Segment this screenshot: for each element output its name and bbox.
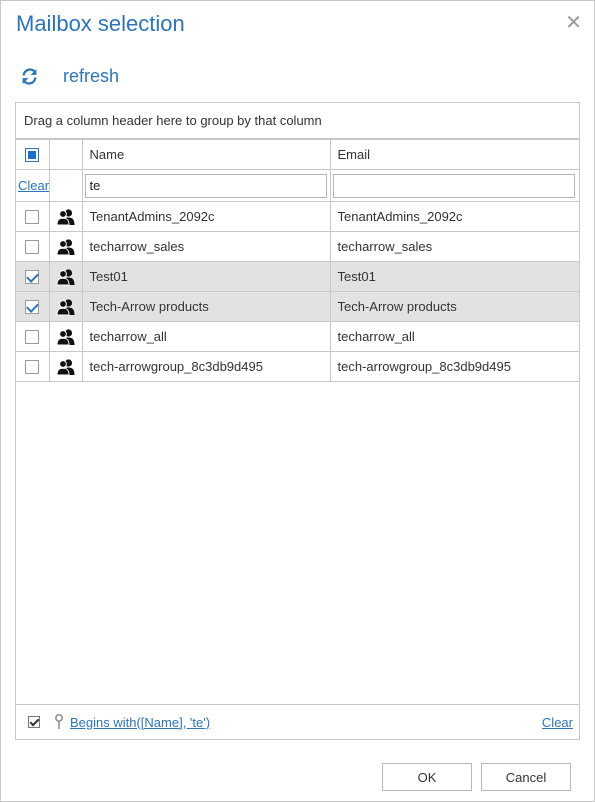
select-all-header bbox=[16, 139, 50, 170]
group-icon bbox=[48, 261, 83, 292]
row-checkbox[interactable] bbox=[25, 300, 40, 315]
filter-email-cell bbox=[329, 169, 580, 202]
filter-expression-link[interactable]: Begins with([Name], 'te') bbox=[70, 715, 210, 730]
filter-icon-cell bbox=[48, 169, 83, 202]
row-checkbox[interactable] bbox=[25, 360, 40, 375]
group-icon bbox=[48, 201, 83, 232]
refresh-icon bbox=[22, 67, 37, 85]
icon-column-header bbox=[48, 139, 83, 170]
row-checkbox[interactable] bbox=[25, 330, 40, 345]
row-name-cell[interactable]: Tech-Arrow products bbox=[81, 291, 331, 322]
filter-enabled-checkbox[interactable] bbox=[28, 716, 40, 728]
row-email-cell[interactable]: TenantAdmins_2092c bbox=[329, 201, 580, 232]
close-icon[interactable]: ✕ bbox=[565, 13, 582, 33]
table-row[interactable]: techarrow_sales techarrow_sales bbox=[16, 231, 580, 262]
row-email-cell[interactable]: techarrow_all bbox=[329, 321, 580, 352]
dialog-title: Mailbox selection bbox=[16, 11, 185, 36]
row-checkbox-cell bbox=[16, 351, 50, 382]
row-name-cell[interactable]: Test01 bbox=[81, 261, 331, 292]
filter-clear-cell: Clear bbox=[16, 169, 50, 202]
row-checkbox-cell bbox=[16, 291, 50, 322]
row-checkbox[interactable] bbox=[25, 240, 40, 255]
row-name-cell[interactable]: techarrow_all bbox=[81, 321, 331, 352]
row-checkbox[interactable] bbox=[25, 270, 40, 285]
select-all-checkbox[interactable] bbox=[25, 148, 40, 163]
row-checkbox-cell bbox=[16, 321, 50, 352]
column-header-email[interactable]: Email bbox=[329, 139, 580, 170]
ok-button[interactable]: OK bbox=[382, 763, 472, 791]
row-email-cell[interactable]: Tech-Arrow products bbox=[329, 291, 580, 322]
row-checkbox-cell bbox=[16, 261, 50, 292]
name-filter-input[interactable] bbox=[84, 173, 327, 198]
group-icon bbox=[48, 231, 83, 262]
filter-status-bar: Begins with([Name], 'te') Clear bbox=[16, 704, 579, 739]
email-filter-input[interactable] bbox=[332, 173, 575, 198]
group-by-panel[interactable]: Drag a column header here to group by th… bbox=[16, 103, 579, 139]
column-header-name[interactable]: Name bbox=[81, 139, 331, 170]
mailbox-selection-dialog: Mailbox selection ✕ refresh Drag a colum… bbox=[0, 0, 595, 802]
grid-header-row: Name Email bbox=[16, 139, 580, 170]
filter-name-cell bbox=[81, 169, 331, 202]
filter-clear-link[interactable]: Clear bbox=[16, 178, 48, 193]
table-row[interactable]: Tech-Arrow products Tech-Arrow products bbox=[16, 291, 580, 322]
row-name-cell[interactable]: TenantAdmins_2092c bbox=[81, 201, 331, 232]
row-email-cell[interactable]: Test01 bbox=[329, 261, 580, 292]
row-name-cell[interactable]: techarrow_sales bbox=[81, 231, 331, 262]
table-row[interactable]: Test01 Test01 bbox=[16, 261, 580, 292]
mailbox-grid: Name Email Clear Tena bbox=[16, 139, 580, 382]
filter-row: Clear bbox=[16, 169, 580, 202]
refresh-label: refresh bbox=[63, 65, 120, 86]
row-checkbox-cell bbox=[16, 201, 50, 232]
mailbox-grid-panel: Drag a column header here to group by th… bbox=[15, 102, 580, 740]
table-row[interactable]: TenantAdmins_2092c TenantAdmins_2092c bbox=[16, 201, 580, 232]
row-checkbox[interactable] bbox=[25, 210, 40, 225]
row-name-cell[interactable]: tech-arrowgroup_8c3db9d495 bbox=[81, 351, 331, 382]
row-email-cell[interactable]: tech-arrowgroup_8c3db9d495 bbox=[329, 351, 580, 382]
pin-icon bbox=[55, 714, 63, 729]
table-row[interactable]: tech-arrowgroup_8c3db9d495 tech-arrowgrou… bbox=[16, 351, 580, 382]
table-row[interactable]: techarrow_all techarrow_all bbox=[16, 321, 580, 352]
group-icon bbox=[48, 321, 83, 352]
refresh-button[interactable]: refresh bbox=[21, 64, 119, 88]
row-email-cell[interactable]: techarrow_sales bbox=[329, 231, 580, 262]
cancel-button[interactable]: Cancel bbox=[481, 763, 571, 791]
group-icon bbox=[48, 291, 83, 322]
row-checkbox-cell bbox=[16, 231, 50, 262]
group-icon bbox=[48, 351, 83, 382]
footer-clear-link[interactable]: Clear bbox=[542, 715, 573, 730]
